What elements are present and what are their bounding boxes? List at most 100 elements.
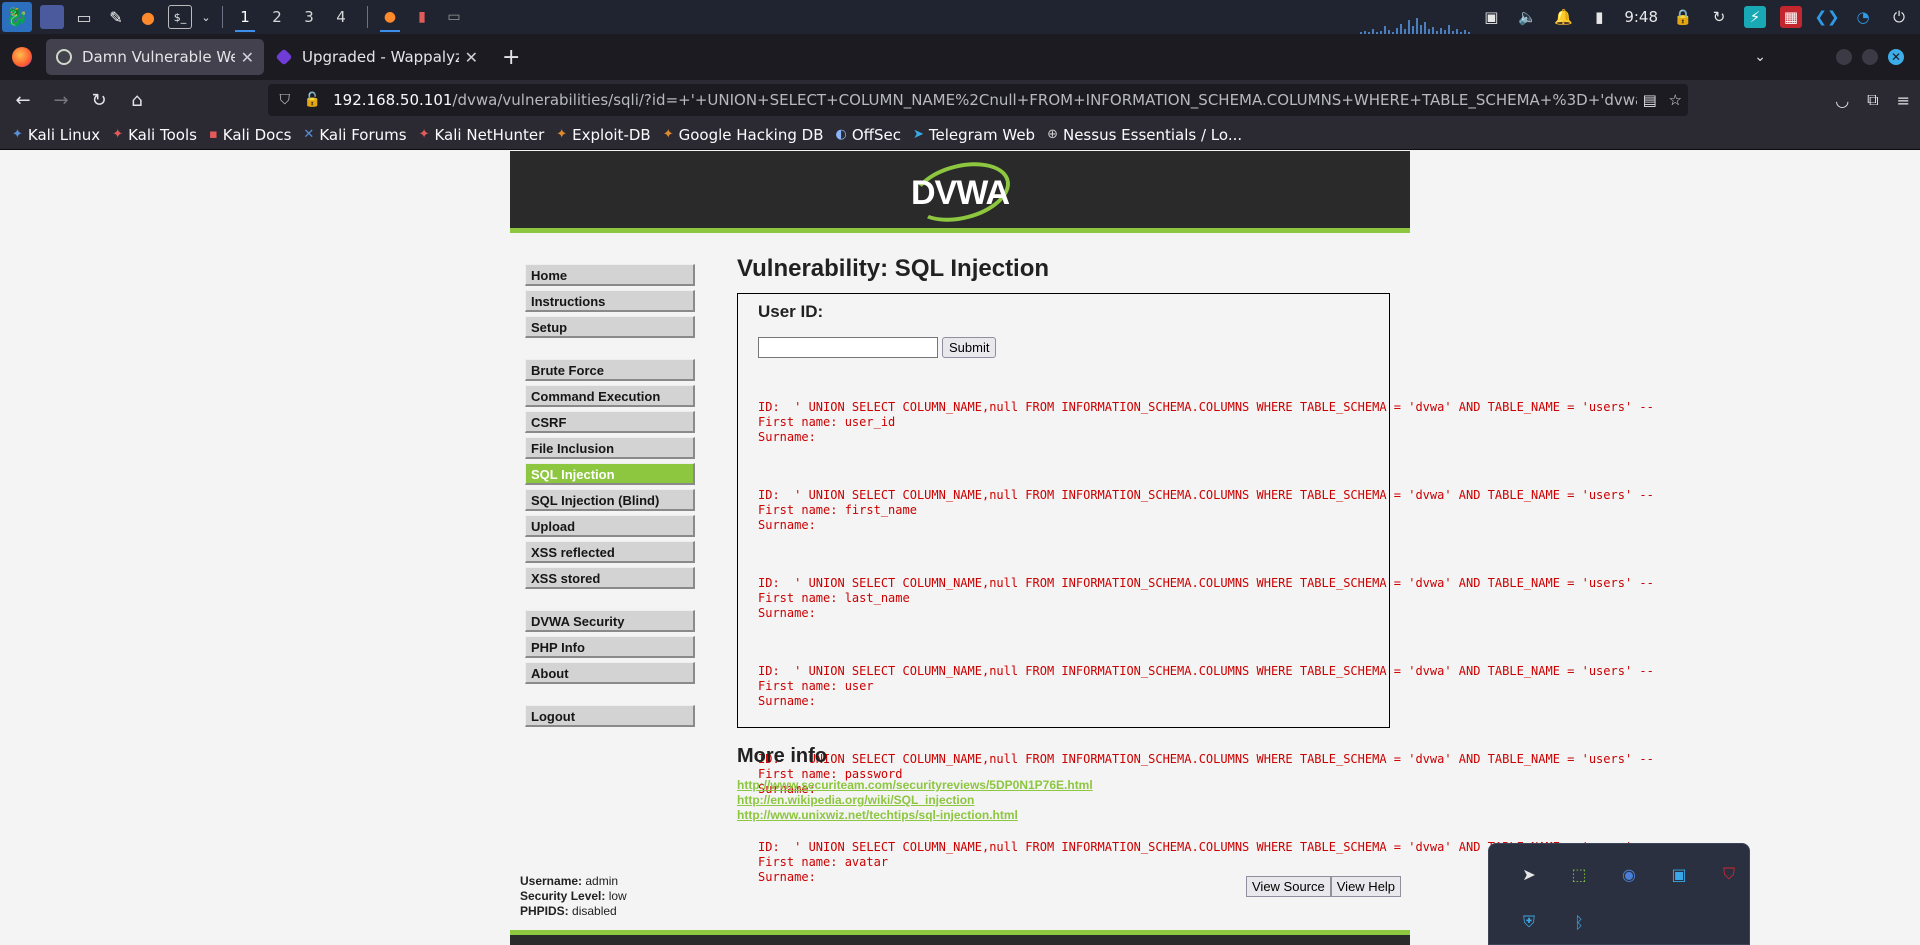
menu-item-xss-stored[interactable]: XSS stored	[525, 567, 695, 589]
vscode-icon[interactable]: ❮❯	[1814, 6, 1839, 28]
menu-item-sql-injection-blind[interactable]: SQL Injection (Blind)	[525, 489, 695, 511]
security-check-tray-icon[interactable]: ⛨	[1517, 910, 1541, 934]
home-button[interactable]: ⌂	[118, 84, 156, 116]
back-button[interactable]: ←	[4, 84, 42, 116]
url-bar[interactable]: ⛉ 🔓 192.168.50.101/dvwa/vulnerabilities/…	[268, 84, 1688, 116]
link-unixwiz[interactable]: http://www.unixwiz.net/techtips/sql-inje…	[737, 808, 1093, 823]
lock-screen-icon[interactable]: 🔒	[1672, 6, 1694, 28]
window-tray-icon[interactable]: ▣	[1667, 862, 1691, 886]
tab-title: Upgraded - Wappalyzer	[302, 48, 459, 66]
bookmark-exploit-db[interactable]: ✦ Exploit-DB	[556, 126, 650, 144]
page-buttons: View Source View Help	[1246, 876, 1402, 897]
bookmark-kali-linux[interactable]: ✦ Kali Linux	[12, 126, 100, 144]
battery-icon[interactable]: ▮	[1588, 6, 1610, 28]
minimize-window-button[interactable]	[1836, 49, 1852, 65]
result-item: ID: ' UNION SELECT COLUMN_NAME,null FROM…	[758, 576, 1654, 620]
workspace-1[interactable]: 1	[229, 0, 261, 34]
view-source-button[interactable]: View Source	[1246, 876, 1331, 897]
bookmark-offsec[interactable]: ◐ OffSec	[835, 126, 900, 144]
shield-icon[interactable]: ⛉	[274, 92, 296, 108]
tab-dvwa[interactable]: Damn Vulnerable Web Ap ✕	[46, 39, 264, 75]
workspace-4[interactable]: 4	[325, 0, 357, 34]
menu-item-sql-injection[interactable]: SQL Injection	[525, 463, 695, 485]
bookmark-google-hacking-db[interactable]: ✦ Google Hacking DB	[663, 126, 824, 144]
menu-item-command-execution[interactable]: Command Execution	[525, 385, 695, 407]
taskbar-burp-app[interactable]: ▮	[406, 0, 438, 34]
power-icon[interactable]: ⏻	[1888, 6, 1910, 28]
link-wikipedia[interactable]: http://en.wikipedia.org/wiki/SQL_injecti…	[737, 793, 1093, 808]
display-icon[interactable]: ▣	[1480, 6, 1502, 28]
menu-item-file-inclusion[interactable]: File Inclusion	[525, 437, 695, 459]
tab-wappalyzer[interactable]: Upgraded - Wappalyzer ✕	[268, 39, 488, 75]
list-all-tabs-icon[interactable]: ⌄	[1754, 49, 1766, 65]
bookmark-kali-tools[interactable]: ✦ Kali Tools	[112, 126, 197, 144]
workspace-2[interactable]: 2	[261, 0, 293, 34]
taskbar-terminal-app[interactable]: ▭	[438, 0, 470, 34]
bookmark-telegram-web[interactable]: ➤ Telegram Web	[913, 126, 1035, 144]
bookmark-kali-forums[interactable]: ✕ Kali Forums	[303, 126, 406, 144]
menu-item-xss-reflected[interactable]: XSS reflected	[525, 541, 695, 563]
firefox-launcher-icon[interactable]: ●	[136, 5, 160, 29]
tab-title: Damn Vulnerable Web Ap	[82, 48, 235, 66]
menu-item-about[interactable]: About	[525, 662, 695, 684]
text-editor-icon[interactable]: ✎	[104, 5, 128, 29]
url-text[interactable]: 192.168.50.101/dvwa/vulnerabilities/sqli…	[333, 91, 1637, 109]
screenshot-tray-icon[interactable]: ⬚	[1567, 862, 1591, 886]
url-path: /dvwa/vulnerabilities/sqli/?id=+'+UNION+…	[452, 91, 1638, 109]
taskbar-firefox-app[interactable]: ●	[374, 0, 406, 34]
close-window-button[interactable]: ✕	[1888, 49, 1904, 65]
menu-item-dvwa-security[interactable]: DVWA Security	[525, 610, 695, 632]
refresh-status-icon[interactable]: ↻	[1708, 6, 1730, 28]
pocket-icon[interactable]: ◡	[1835, 91, 1849, 110]
menu-item-php-info[interactable]: PHP Info	[525, 636, 695, 658]
desktop-icon[interactable]	[40, 5, 64, 29]
terminal-icon[interactable]: $_	[168, 5, 192, 29]
user-id-input[interactable]	[758, 337, 938, 358]
webcam-tray-icon[interactable]: ◉	[1617, 862, 1641, 886]
file-manager-icon[interactable]: ▭	[72, 5, 96, 29]
new-tab-button[interactable]: +	[502, 45, 520, 70]
link-securiteam[interactable]: http://www.securiteam.com/securityreview…	[737, 778, 1093, 793]
close-icon[interactable]: ✕	[465, 48, 478, 67]
extensions-icon[interactable]: ⧉	[1867, 90, 1878, 110]
menu-item-logout[interactable]: Logout	[525, 705, 695, 727]
menu-item-home[interactable]: Home	[525, 264, 695, 286]
reader-view-icon[interactable]: ▤	[1637, 91, 1662, 109]
volume-icon[interactable]: 🔈	[1516, 6, 1538, 28]
red-app-icon[interactable]: ▦	[1780, 6, 1802, 28]
bookmark-kali-docs[interactable]: ▪ Kali Docs	[209, 126, 291, 144]
reload-button[interactable]: ↻	[80, 84, 118, 116]
clock[interactable]: 9:48	[1624, 8, 1658, 26]
bookmark-star-icon[interactable]: ☆	[1663, 91, 1688, 109]
forward-button[interactable]: →	[42, 84, 80, 116]
telegram-tray-icon[interactable]: ➤	[1517, 862, 1541, 886]
menu-item-upload[interactable]: Upload	[525, 515, 695, 537]
menu-item-setup[interactable]: Setup	[525, 316, 695, 338]
menu-item-brute-force[interactable]: Brute Force	[525, 359, 695, 381]
network-icon[interactable]: ◔	[1852, 6, 1874, 28]
shield-tray-icon[interactable]: ⛉	[1717, 862, 1741, 886]
result-item: ID: ' UNION SELECT COLUMN_NAME,null FROM…	[758, 488, 1654, 532]
network-graph	[1360, 14, 1490, 34]
system-tray-popup: ➤ ⬚ ◉ ▣ ⛉ ⛨ ᛒ	[1488, 843, 1750, 945]
user-info: Username: admin Security Level: low PHPI…	[520, 874, 627, 918]
kali-menu-icon[interactable]: 🐉	[2, 2, 32, 32]
view-help-button[interactable]: View Help	[1330, 876, 1402, 897]
bookmark-kali-nethunter[interactable]: ✦ Kali NetHunter	[419, 126, 545, 144]
maximize-window-button[interactable]	[1862, 49, 1878, 65]
dvwa-sidebar-menu: Home Instructions Setup Brute Force Comm…	[525, 264, 695, 731]
insecure-lock-icon[interactable]: 🔓	[302, 92, 324, 108]
kali-dragon-icon: ✦	[12, 127, 23, 142]
menu-hamburger-icon[interactable]: ≡	[1897, 91, 1910, 110]
close-icon[interactable]: ✕	[241, 48, 254, 67]
bluetooth-icon[interactable]: ᛒ	[1567, 910, 1591, 934]
menu-item-csrf[interactable]: CSRF	[525, 411, 695, 433]
browser-nav-bar: ← → ↻ ⌂ ⛉ 🔓 192.168.50.101/dvwa/vulnerab…	[0, 80, 1920, 120]
lightning-app-icon[interactable]: ⚡	[1744, 6, 1766, 28]
submit-button[interactable]: Submit	[942, 337, 997, 358]
chevron-down-icon[interactable]: ⌄	[200, 5, 212, 29]
notification-bell-icon[interactable]: 🔔	[1552, 6, 1574, 28]
workspace-3[interactable]: 3	[293, 0, 325, 34]
bookmark-nessus[interactable]: ⊕ Nessus Essentials / Lo...	[1047, 126, 1242, 144]
menu-item-instructions[interactable]: Instructions	[525, 290, 695, 312]
